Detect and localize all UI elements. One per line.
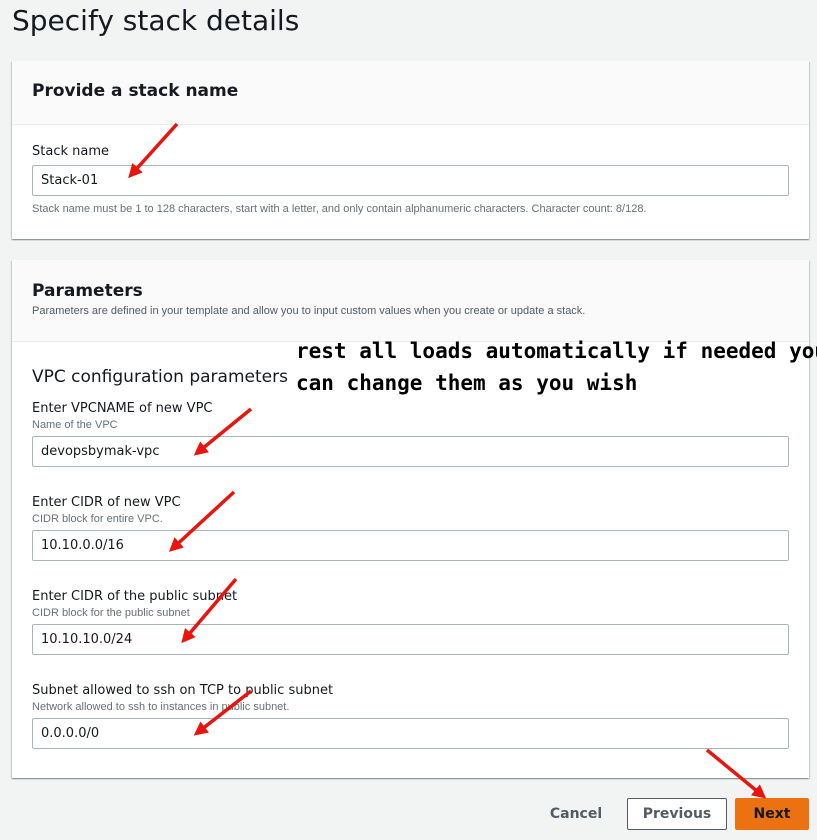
vpc-cidr-hint: CIDR block for entire VPC.: [32, 513, 163, 525]
vpc-cidr-field: Enter CIDR of new VPC CIDR block for ent…: [32, 495, 789, 561]
stack-name-label: Stack name: [32, 144, 109, 159]
vpc-name-field: Enter VPCNAME of new VPC Name of the VPC…: [32, 401, 789, 467]
vpc-cidr-label: Enter CIDR of new VPC: [32, 495, 181, 510]
stack-name-input[interactable]: Stack-01: [32, 165, 789, 196]
public-subnet-cidr-input[interactable]: 10.10.10.0/24: [32, 624, 789, 655]
public-subnet-cidr-hint: CIDR block for the public subnet: [32, 607, 190, 619]
ssh-allowed-subnet-input[interactable]: 0.0.0.0/0: [32, 718, 789, 749]
parameters-panel-header: Parameters Parameters are defined in you…: [12, 260, 809, 342]
vpc-name-label: Enter VPCNAME of new VPC: [32, 401, 213, 416]
stack-name-panel-header: Provide a stack name: [12, 61, 809, 125]
parameters-heading: Parameters: [32, 281, 143, 301]
vpc-configuration-section-title: VPC configuration parameters: [32, 367, 288, 387]
stack-name-panel: Provide a stack name Stack name Stack-01…: [12, 61, 809, 239]
annotation-line-2: can change them as you wish: [296, 371, 638, 395]
public-subnet-cidr-field: Enter CIDR of the public subnet CIDR blo…: [32, 589, 789, 655]
stack-name-field: Stack name Stack-01 Stack name must be 1…: [32, 144, 789, 215]
ssh-allowed-subnet-label: Subnet allowed to ssh on TCP to public s…: [32, 683, 334, 698]
vpc-name-input[interactable]: devopsbymak-vpc: [32, 436, 789, 467]
previous-button[interactable]: Previous: [627, 798, 727, 830]
ssh-allowed-subnet-hint: Network allowed to ssh to instances in p…: [32, 701, 290, 713]
stack-name-heading: Provide a stack name: [32, 81, 239, 101]
page-title: Specify stack details: [12, 4, 300, 37]
next-button[interactable]: Next: [735, 798, 809, 830]
vpc-name-hint: Name of the VPC: [32, 419, 118, 431]
stack-name-help-text: Stack name must be 1 to 128 characters, …: [32, 203, 647, 215]
cancel-button[interactable]: Cancel: [540, 798, 612, 830]
public-subnet-cidr-label: Enter CIDR of the public subnet: [32, 589, 238, 604]
parameters-description: Parameters are defined in your template …: [32, 305, 586, 317]
annotation-line-1: rest all loads automatically if needed y…: [296, 339, 817, 363]
vpc-cidr-input[interactable]: 10.10.0.0/16: [32, 530, 789, 561]
ssh-allowed-subnet-field: Subnet allowed to ssh on TCP to public s…: [32, 683, 789, 749]
